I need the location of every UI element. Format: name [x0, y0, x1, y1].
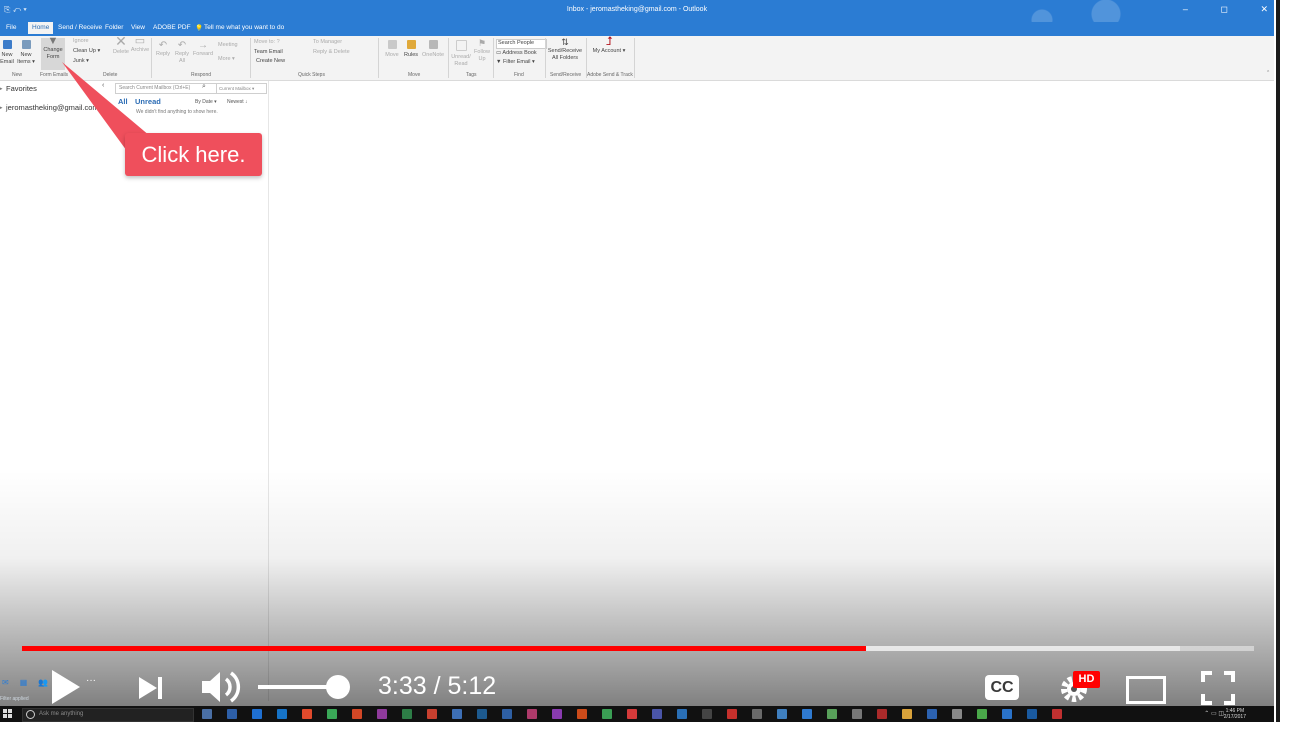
captions-button[interactable]: CC — [985, 675, 1019, 700]
ribbon-separator — [378, 38, 379, 78]
ribbon-collapse-icon[interactable]: ⌃ — [1266, 70, 1270, 76]
envelope-icon — [455, 40, 467, 51]
taskbar-app-icon[interactable] — [877, 709, 887, 719]
taskbar-app-icon[interactable] — [252, 709, 262, 719]
taskbar-app-icon[interactable] — [802, 709, 812, 719]
taskbar-app-icon[interactable] — [652, 709, 662, 719]
taskbar-app-icon[interactable] — [1002, 709, 1012, 719]
quick-step-reply-delete[interactable]: Reply & Delete — [313, 49, 350, 56]
adobe-send-icon: ⮥ — [605, 34, 613, 48]
taskbar-app-icon[interactable] — [352, 709, 362, 719]
taskbar-app-icon[interactable] — [277, 709, 287, 719]
filter-applied-status: Filter applied — [0, 696, 29, 702]
progress-played — [22, 646, 866, 651]
fullscreen-icon[interactable] — [1201, 671, 1235, 705]
taskbar-app-icon[interactable] — [552, 709, 562, 719]
theater-mode-icon[interactable] — [1126, 676, 1166, 704]
taskbar-app-icon[interactable] — [902, 709, 912, 719]
play-icon[interactable] — [52, 670, 80, 704]
group-label-send-receive: Send/Receive — [550, 72, 582, 78]
quick-step-to-manager[interactable]: To Manager — [313, 39, 342, 46]
group-label-quick-steps: Quick Steps — [298, 72, 325, 78]
taskbar-app-icon[interactable] — [1052, 709, 1062, 719]
window-controls: – ◻ ✕ — [1153, 4, 1268, 15]
filter-email-button[interactable]: ▼ Filter Email ▾ — [496, 59, 535, 66]
system-tray-icons[interactable]: ⌃ ▭ ◫ — [1204, 710, 1224, 717]
ribbon-separator — [448, 38, 449, 78]
send-receive-icon: ⇅ — [561, 37, 569, 47]
taskbar-clock[interactable]: 1:46 PM 2/17/2017 — [1224, 708, 1246, 720]
people-icon[interactable]: 👥 — [38, 678, 48, 687]
cortana-icon — [26, 710, 35, 719]
taskbar-app-icon[interactable] — [427, 709, 437, 719]
volume-icon[interactable] — [200, 668, 242, 706]
taskbar-app-icon[interactable] — [452, 709, 462, 719]
cortana-placeholder: Ask me anything — [39, 711, 84, 717]
taskbar-app-icon[interactable] — [402, 709, 412, 719]
navigation-icons: ✉ ▦ 👥 — [2, 678, 59, 687]
taskbar-app-icon[interactable] — [727, 709, 737, 719]
folder-icon — [387, 40, 397, 49]
taskbar-app-icon[interactable] — [927, 709, 937, 719]
unread-read-button[interactable]: Unread/ Read — [450, 40, 472, 68]
windows-start-icon[interactable] — [3, 709, 12, 718]
taskbar-app-icon[interactable] — [327, 709, 337, 719]
windows-taskbar: Ask me anything ⌃ ▭ ◫ 1:46 PM 2/17/2017 — [0, 706, 1274, 722]
taskbar-app-icon[interactable] — [677, 709, 687, 719]
rules-icon — [406, 40, 416, 49]
taskbar-app-icon[interactable] — [527, 709, 537, 719]
taskbar-app-icon[interactable] — [202, 709, 212, 719]
flag-icon: ⚑ — [477, 38, 487, 48]
video-progress-bar[interactable] — [22, 646, 1254, 651]
onenote-icon — [428, 40, 438, 49]
volume-slider-handle[interactable] — [326, 675, 351, 699]
address-book-button[interactable]: ▭ Address Book — [496, 50, 537, 57]
close-button[interactable]: ✕ — [1260, 4, 1268, 14]
search-people-input[interactable]: Search People — [496, 39, 547, 49]
taskbar-app-icon[interactable] — [627, 709, 637, 719]
onenote-button[interactable]: OneNote — [421, 40, 445, 59]
taskbar-app-icon[interactable] — [977, 709, 987, 719]
taskbar-app-icon[interactable] — [1027, 709, 1037, 719]
cortana-search-box[interactable]: Ask me anything — [22, 708, 194, 722]
callout-text: Click here. — [141, 142, 246, 167]
taskbar-app-icon[interactable] — [827, 709, 837, 719]
taskbar-app-icon[interactable] — [302, 709, 312, 719]
group-label-find: Find — [514, 72, 524, 78]
taskbar-app-icon[interactable] — [752, 709, 762, 719]
taskbar-app-icon[interactable] — [777, 709, 787, 719]
follow-up-button[interactable]: ⚑ Follow Up — [473, 38, 491, 63]
maximize-button[interactable]: ◻ — [1220, 4, 1227, 14]
taskbar-app-icon[interactable] — [602, 709, 612, 719]
window-border — [1274, 0, 1290, 730]
group-label-tags: Tags — [466, 72, 477, 78]
taskbar-app-icon[interactable] — [852, 709, 862, 719]
click-here-callout: Click here. — [125, 133, 262, 176]
taskbar-app-icon[interactable] — [477, 709, 487, 719]
my-account-button[interactable]: ⮥ My Account ▾ — [592, 35, 626, 55]
send-receive-all-button[interactable]: ⇅ Send/Receive All Folders — [546, 37, 584, 62]
group-label-move: Move — [408, 72, 421, 78]
hd-badge: HD — [1073, 671, 1100, 688]
taskbar-app-icon[interactable] — [227, 709, 237, 719]
clock-date: 2/17/2017 — [1223, 714, 1246, 720]
ribbon-separator — [634, 38, 635, 78]
taskbar-app-icon[interactable] — [502, 709, 512, 719]
mail-icon[interactable]: ✉ — [2, 678, 9, 687]
next-video-icon[interactable] — [137, 675, 165, 701]
taskbar-app-icon[interactable] — [377, 709, 387, 719]
time-display: 3:33 / 5:12 — [378, 672, 497, 700]
taskbar-app-icon[interactable] — [702, 709, 712, 719]
calendar-icon[interactable]: ▦ — [20, 678, 28, 687]
ribbon-separator — [493, 38, 494, 78]
minimize-button[interactable]: – — [1183, 4, 1188, 14]
more-nav-icon[interactable]: ··· — [86, 675, 96, 686]
video-frame[interactable]: ⎘ ↶ ▾ Inbox - jeromastheking@gmail.com -… — [0, 0, 1274, 722]
rules-button[interactable]: Rules — [402, 40, 420, 59]
window-border — [0, 722, 1290, 730]
move-button[interactable]: Move — [383, 40, 401, 59]
taskbar-app-icon[interactable] — [577, 709, 587, 719]
group-label-adobe: Adobe Send & Track — [587, 72, 633, 78]
taskbar-app-icon[interactable] — [952, 709, 962, 719]
